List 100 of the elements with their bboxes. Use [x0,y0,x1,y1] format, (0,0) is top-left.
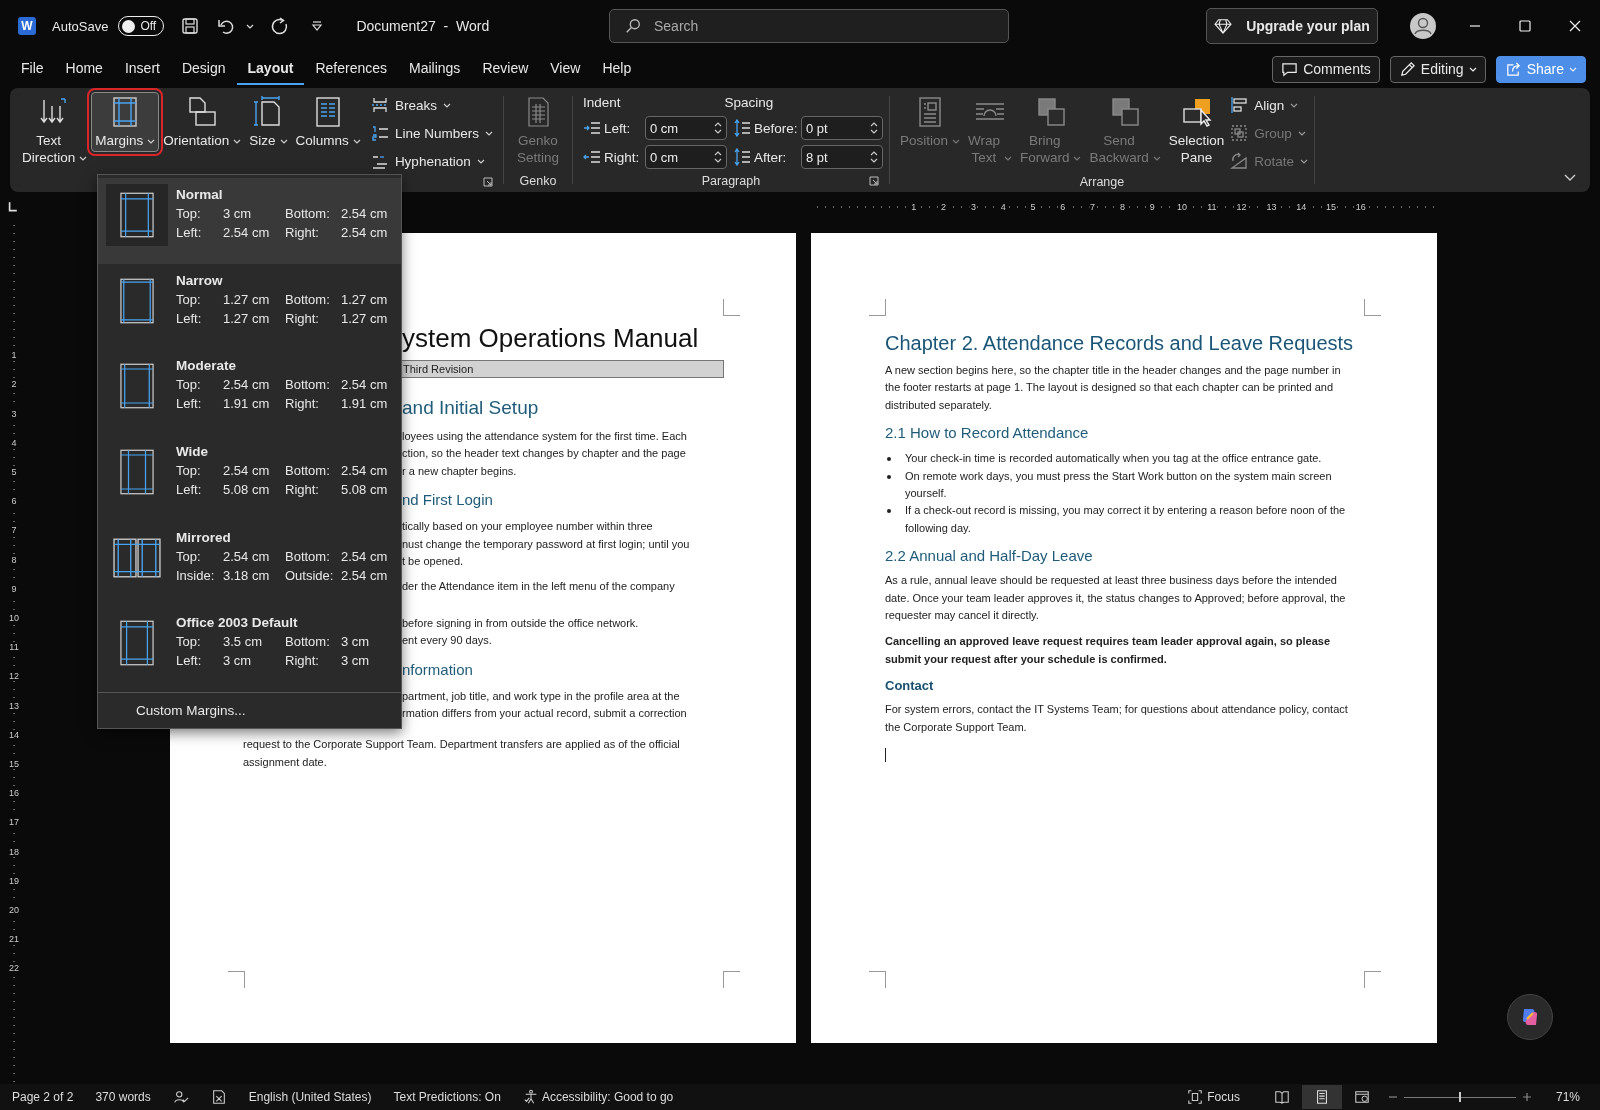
page-count[interactable]: Page 2 of 2 [12,1090,74,1104]
language-label[interactable]: English (United States) [248,1090,372,1104]
margin-label: Left: [176,395,203,414]
chevron-icon [1003,155,1012,161]
menu-tab[interactable]: Design [170,53,237,85]
margin-preset[interactable]: Narrow Top: 1.27 cm Bottom: 1.27 cm Left: 1.27 cm Right: 1.27 cm [98,263,401,350]
accessibility-label[interactable]: Accessibility: Good to go [541,1090,674,1104]
spinner-icon[interactable] [869,121,878,135]
margin-preset[interactable]: Moderate Top: 2.54 cm Bottom: 2.54 cm Left: 1.91 cm Right: 1.91 cm [98,349,401,435]
ribbon-button[interactable]: Columns [291,92,365,152]
focus-button[interactable]: Focus [1187,1089,1240,1105]
view-button[interactable] [1301,1085,1342,1109]
chevron-icon [233,138,242,144]
indent-icon [582,148,601,166]
zoom-level[interactable]: 71% [1555,1090,1580,1104]
crop-mark [869,971,886,988]
spinner-icon[interactable] [713,150,722,164]
menu-tab[interactable]: Review [471,53,540,85]
spin-field[interactable]: 8 pt [805,147,870,167]
spin-field[interactable]: 0 cm [649,147,714,167]
menu-tab[interactable]: Insert [113,53,171,85]
field-label: After: [753,149,788,165]
search-field[interactable]: Search [654,11,994,41]
spinner-icon[interactable] [869,150,878,164]
header-button[interactable]: Comments [1272,55,1380,83]
ruler-number: 17 [9,817,19,828]
chapter-heading: Chapter 2. Attendance Records and Leave Requests [885,331,1355,356]
web-page-icon [1353,1089,1370,1105]
dialog-launcher-icon[interactable] [868,176,879,186]
spin-field[interactable]: 0 pt [805,118,870,138]
margin-value: 1.27 cm [223,290,271,309]
word-count[interactable]: 370 words [95,1090,151,1104]
zoom-slider-thumb[interactable] [1458,1092,1461,1102]
menu-tab[interactable]: File [10,53,55,85]
spin-box[interactable]: 0 cm [644,145,727,169]
ribbon-button[interactable]: Text Direction [18,92,92,169]
margin-label: Top: [176,290,202,309]
spin-box[interactable]: 8 pt [800,145,883,169]
chevron-icon [1300,158,1309,164]
zoom-in-icon[interactable] [1521,1092,1532,1102]
chevron-icon [1569,66,1577,72]
menu-tab[interactable]: Home [54,53,114,85]
preset-name: Narrow [176,271,224,290]
margin-preset[interactable]: Mirrored Top: 2.54 cm Bottom: 2.54 cm Inside: 3.18 cm Outside: 2.54 cm [98,520,401,607]
ribbon-button[interactable]: Align [1230,95,1309,115]
search-box[interactable]: Search [609,9,1009,43]
customize-icon[interactable] [310,19,325,33]
ribbon-button[interactable]: Orientation [159,92,246,152]
ruler-number: 6 [11,496,17,507]
assistant-button[interactable] [1507,994,1553,1040]
ribbon-button[interactable]: Hyphenation [370,151,493,171]
upgrade-button[interactable]: Upgrade your plan [1206,8,1378,44]
tab-selector[interactable] [6,201,18,213]
avatar[interactable] [1410,13,1436,39]
ruler-number: 7 [11,525,17,536]
chevron-icon [352,138,361,144]
menu-tab[interactable]: References [304,53,398,85]
margin-label: Bottom: [285,547,331,566]
chevron-icon[interactable] [246,23,255,29]
indent-heading: Indent [582,94,621,110]
proofing-icon[interactable] [172,1089,189,1105]
ribbon-button[interactable]: Selection Pane [1164,92,1229,169]
custom-margins-item[interactable]: Custom Margins... [98,699,246,729]
menu-tab[interactable]: Mailings [398,53,472,85]
crop-mark [1364,299,1381,316]
ruler-number: 15 [9,759,19,769]
ruler-number: 13 [9,700,19,711]
spin-box[interactable]: 0 pt [800,116,883,140]
maximize-icon [1518,19,1532,33]
rotate-icon [1230,152,1249,170]
ribbon-button[interactable]: Breaks [370,95,493,115]
menu-tab[interactable]: View [539,53,592,85]
book-icon [1273,1089,1290,1105]
margin-preset[interactable]: Office 2003 Default Top: 3.5 cm Bottom: 3 cm Left: 3 cm Right: 3 cm [98,606,401,693]
margin-label: Top: [176,462,202,480]
margin-label: Bottom: [285,290,331,309]
crop-mark [869,299,886,316]
text-predictions-label[interactable]: Text Predictions: On [393,1090,501,1104]
chevron-icon [1152,155,1161,161]
spin-field[interactable]: 0 cm [649,118,714,138]
margin-value: 2.54 cm [223,547,271,566]
dialog-launcher-icon[interactable] [482,176,493,187]
save-icon[interactable] [180,16,201,36]
group-icon [1230,124,1249,142]
ribbon-button[interactable]: Line Numbers [370,123,493,143]
margin-preset[interactable]: Normal Top: 3 cm Bottom: 2.54 cm Left: 2.54 cm Right: 2.54 cm [98,178,401,264]
group-label: Arrange [1079,174,1125,189]
menu-tab[interactable]: Layout [236,53,305,85]
menu-tab[interactable]: Help [591,53,643,85]
person-check-icon[interactable] [522,1089,539,1105]
margin-preset[interactable]: Wide Top: 2.54 cm Bottom: 2.54 cm Left: 5.08 cm Right: 5.08 cm [98,435,401,521]
spin-box[interactable]: 0 cm [644,116,727,140]
document-title: ystem Operations Manual [402,323,700,353]
ribbon-button[interactable]: Size [245,92,292,152]
spinner-icon[interactable] [713,121,722,135]
indent-icon [582,119,601,137]
page-x-icon[interactable] [210,1089,227,1105]
page-margins-icon [120,449,154,495]
header-button[interactable]: Editing [1389,55,1486,83]
collapse-ribbon-icon[interactable] [1564,174,1576,182]
